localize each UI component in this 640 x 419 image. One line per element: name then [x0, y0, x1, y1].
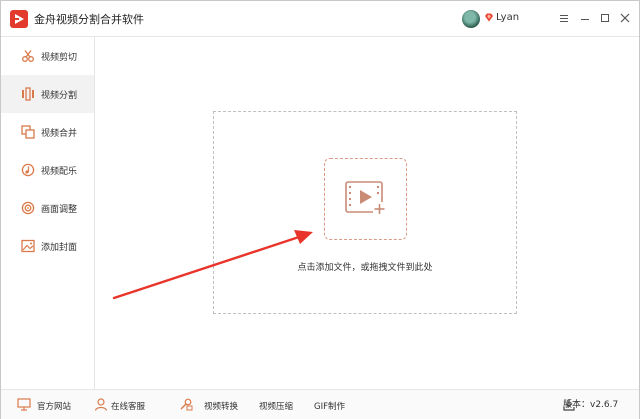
user-avatar[interactable] [462, 10, 480, 28]
support-label: 在线客服 [111, 402, 146, 412]
add-video-icon [345, 181, 386, 215]
sidebar-item-label: 画面调整 [41, 205, 78, 215]
app-window: 金舟视频分割合并软件 Lyan 视频剪切 视频分割 视频合并 视频配乐 画面调整… [0, 0, 640, 419]
adjust-icon [21, 201, 35, 215]
app-title: 金舟视频分割合并软件 [34, 13, 144, 26]
sidebar-item-video-split[interactable]: 视频分割 [1, 75, 94, 113]
video-compress-link[interactable]: 视频压缩 [259, 400, 293, 412]
website-label: 官方网站 [37, 402, 72, 412]
convert-label: 视频转换 [204, 402, 239, 412]
title-bar: 金舟视频分割合并软件 Lyan [1, 1, 639, 37]
add-file-button[interactable] [324, 158, 407, 240]
merge-icon [21, 125, 35, 139]
monitor-icon [17, 398, 31, 411]
username[interactable]: Lyan [496, 12, 519, 23]
sidebar-item-label: 视频合并 [41, 129, 78, 139]
file-drop-zone[interactable]: 点击添加文件，或拖拽文件到此处 [213, 111, 517, 314]
sidebar-item-add-cover[interactable]: 添加封面 [1, 227, 94, 265]
user-support-icon [94, 398, 108, 411]
split-icon [22, 87, 34, 101]
sidebar-item-picture-adjust[interactable]: 画面调整 [1, 189, 94, 227]
sidebar-item-label: 视频剪切 [41, 53, 78, 63]
minimize-icon[interactable] [577, 10, 593, 26]
bottom-bar: 官方网站 在线客服 视频转换 视频压缩 GIF制作 版本：v2.6.7 [1, 389, 639, 419]
app-logo-icon [10, 10, 28, 28]
sidebar: 视频剪切 视频分割 视频合并 视频配乐 画面调整 添加封面 [1, 37, 95, 389]
download-icon [563, 399, 575, 411]
image-icon [21, 239, 35, 253]
menu-icon[interactable] [556, 10, 572, 26]
scissors-icon [22, 50, 34, 62]
drop-hint-text: 点击添加文件，或拖拽文件到此处 [297, 263, 433, 273]
vip-diamond-icon [485, 13, 493, 22]
main-area: 点击添加文件，或拖拽文件到此处 [96, 37, 639, 389]
version-info[interactable]: 版本：v2.6.7 [563, 397, 618, 413]
sidebar-item-label: 视频配乐 [41, 167, 78, 177]
gif-maker-link[interactable]: GIF制作 [314, 400, 345, 412]
sidebar-item-label: 添加封面 [41, 243, 78, 253]
close-icon[interactable] [617, 10, 633, 26]
maximize-icon[interactable] [597, 10, 613, 26]
tools-icon [180, 398, 193, 411]
sidebar-item-label: 视频分割 [41, 91, 78, 101]
sidebar-item-video-cut[interactable]: 视频剪切 [1, 37, 94, 75]
sidebar-item-video-music[interactable]: 视频配乐 [1, 151, 94, 189]
music-icon [21, 163, 35, 177]
sidebar-item-video-merge[interactable]: 视频合并 [1, 113, 94, 151]
